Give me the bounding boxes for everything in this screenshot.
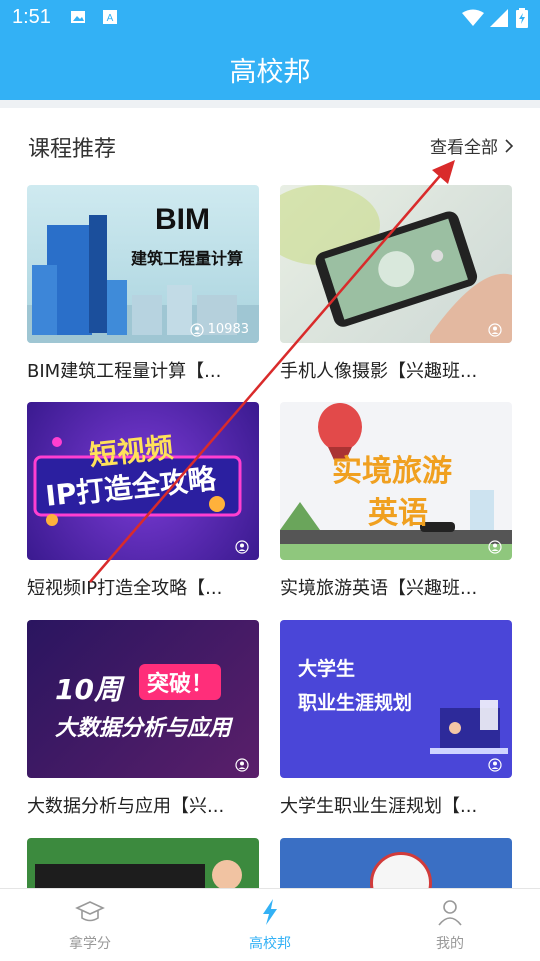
thumb-title: 实境旅游 bbox=[332, 454, 452, 489]
course-card[interactable]: 10周 突破！ 大数据分析与应用 大数据分析与应用【兴... bbox=[27, 620, 259, 818]
view-count bbox=[488, 323, 502, 337]
course-title: 短视频IP打造全攻略【... bbox=[27, 578, 223, 599]
status-time: 1:51 bbox=[12, 6, 51, 28]
view-count-value: 10983 bbox=[207, 322, 249, 337]
nav-item-profile[interactable]: 我的 bbox=[390, 897, 510, 953]
thumb-subtitle: 英语 bbox=[368, 496, 428, 531]
course-title: 实境旅游英语【兴趣班... bbox=[280, 578, 478, 599]
course-thumbnail: 大学生 职业生涯规划 bbox=[280, 620, 512, 778]
user-icon bbox=[235, 758, 249, 772]
nav-label: 拿学分 bbox=[69, 936, 111, 952]
battery-icon bbox=[516, 8, 528, 28]
course-thumbnail: 短视频 IP打造全攻略 bbox=[27, 402, 259, 560]
user-icon bbox=[488, 758, 502, 772]
nav-item-home[interactable]: 高校邦 bbox=[210, 897, 330, 953]
nav-item-credits[interactable]: 拿学分 bbox=[30, 897, 150, 953]
phone-camera-illustration bbox=[280, 185, 512, 343]
nav-label: 我的 bbox=[436, 936, 464, 952]
course-thumbnail: 实境旅游 英语 bbox=[280, 402, 512, 560]
wifi-icon bbox=[462, 9, 484, 26]
image-icon bbox=[71, 11, 85, 23]
course-title: 大学生职业生涯规划【... bbox=[280, 796, 478, 817]
bottom-nav: 拿学分 高校邦 我的 bbox=[0, 888, 540, 961]
view-count bbox=[488, 758, 502, 772]
course-card[interactable]: 实境旅游 英语 实境旅游英语【兴趣班... bbox=[280, 402, 512, 600]
app-bar: 高校邦 bbox=[0, 36, 540, 100]
nav-label: 高校邦 bbox=[249, 936, 291, 952]
course-card[interactable]: 短视频 IP打造全攻略 短视频IP打造全攻略【... bbox=[27, 402, 259, 600]
course-thumbnail bbox=[280, 185, 512, 343]
view-count: 10983 bbox=[190, 322, 249, 337]
thumb-title: 大学生 bbox=[298, 658, 356, 680]
thumb-title: BIM bbox=[155, 203, 210, 236]
course-thumbnail: BIM 建筑工程量计算 10983 bbox=[27, 185, 259, 343]
user-icon bbox=[488, 540, 502, 554]
view-count bbox=[235, 758, 249, 772]
graduation-cap-icon bbox=[75, 901, 105, 922]
thumb-subtitle: 大数据分析与应用 bbox=[55, 716, 232, 741]
user-icon bbox=[235, 540, 249, 554]
thumb-badge: 突破！ bbox=[139, 664, 222, 700]
course-thumbnail-partial[interactable] bbox=[280, 838, 512, 888]
section-divider bbox=[0, 100, 540, 108]
course-card[interactable]: 大学生 职业生涯规划 大学生职业生涯规划【... bbox=[280, 620, 512, 818]
user-icon bbox=[190, 322, 204, 337]
svg-text:A: A bbox=[107, 13, 114, 24]
person-icon bbox=[438, 900, 462, 926]
course-thumbnail: 10周 突破！ 大数据分析与应用 bbox=[27, 620, 259, 778]
thumb-subtitle: 职业生涯规划 bbox=[298, 692, 413, 714]
view-count bbox=[488, 540, 502, 554]
user-icon bbox=[488, 323, 502, 337]
course-title: 手机人像摄影【兴趣班... bbox=[280, 361, 478, 382]
course-card[interactable]: 手机人像摄影【兴趣班... bbox=[280, 185, 512, 383]
thumb-title: 10周 bbox=[55, 673, 122, 706]
view-all-link[interactable]: 查看全部 bbox=[430, 133, 514, 158]
thumb-subtitle: 建筑工程量计算 bbox=[131, 249, 244, 268]
lightning-icon bbox=[263, 899, 277, 925]
app-title: 高校邦 bbox=[229, 57, 311, 88]
view-all-label: 查看全部 bbox=[430, 138, 498, 158]
status-bar: 1:51 A bbox=[0, 0, 540, 36]
course-title: 大数据分析与应用【兴... bbox=[27, 796, 225, 817]
course-card[interactable]: BIM 建筑工程量计算 10983 BIM建筑工程量计算【... bbox=[27, 185, 259, 383]
signal-icon bbox=[490, 9, 508, 27]
font-icon: A bbox=[103, 10, 117, 24]
section-title: 课程推荐 bbox=[28, 137, 117, 162]
course-thumbnail-partial[interactable] bbox=[27, 838, 259, 888]
chevron-right-icon bbox=[505, 138, 514, 153]
view-count bbox=[235, 540, 249, 554]
course-title: BIM建筑工程量计算【... bbox=[27, 361, 222, 382]
